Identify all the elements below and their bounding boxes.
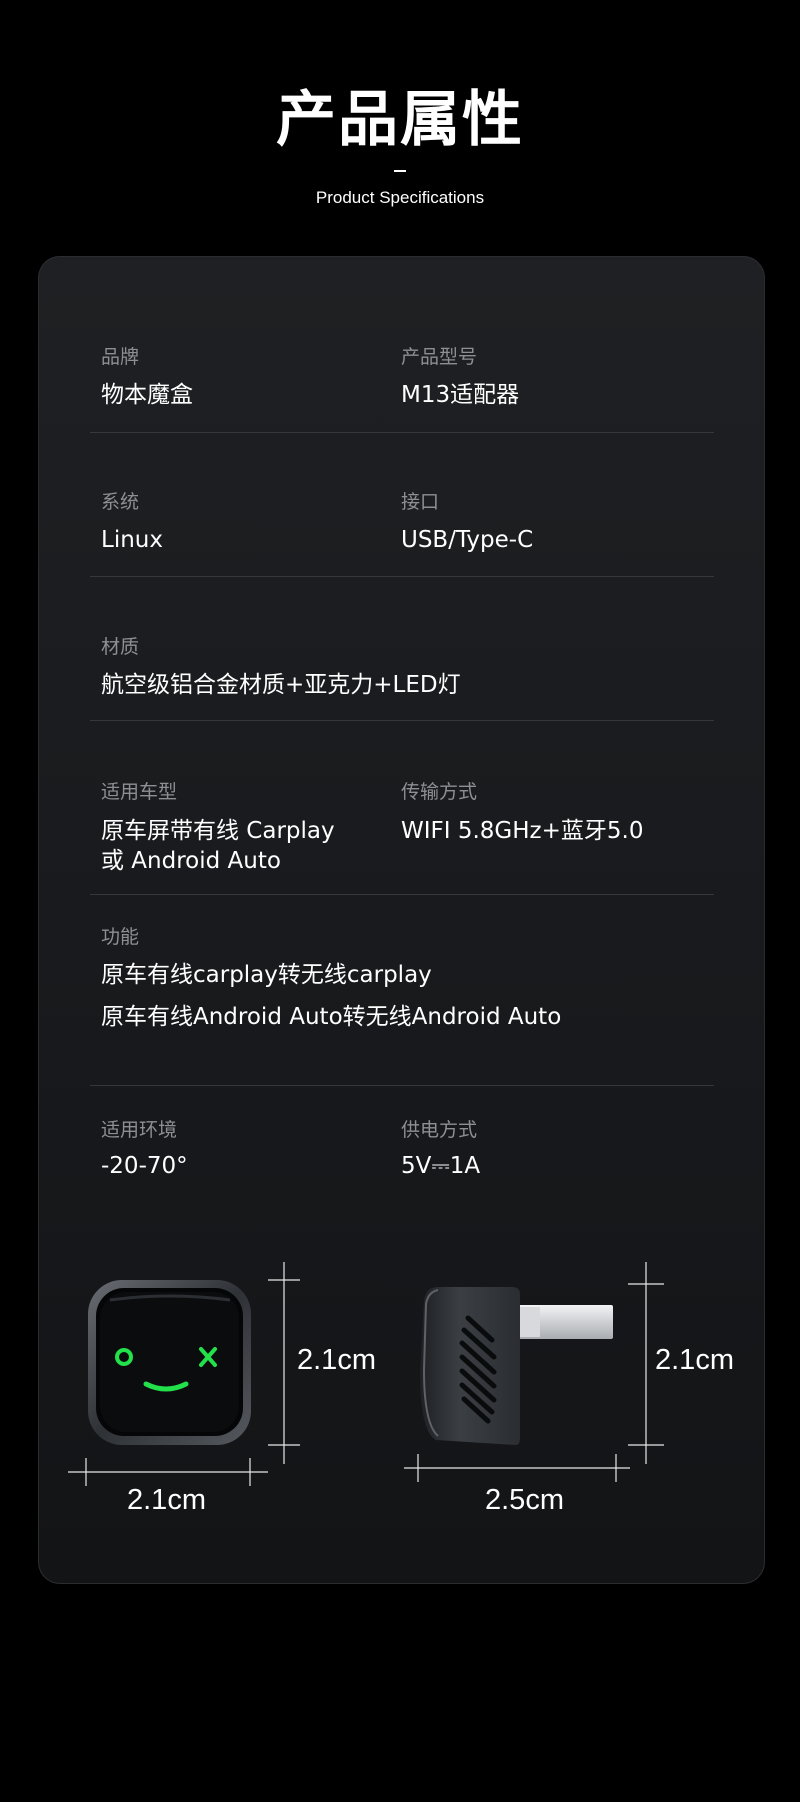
product-dimension-graphic [68,1262,664,1486]
side-width-label: 2.5cm [485,1484,564,1516]
side-height-label: 2.1cm [655,1344,734,1376]
front-height-label: 2.1cm [297,1344,376,1376]
front-device-image [88,1280,251,1445]
side-device-image [420,1287,613,1445]
front-width-label: 2.1cm [127,1484,206,1516]
